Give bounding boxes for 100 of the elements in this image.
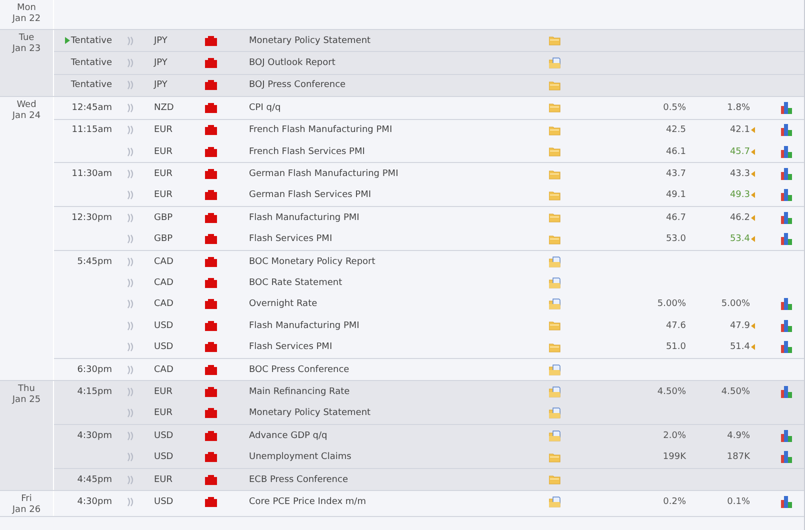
- folder-document-icon[interactable]: [549, 386, 561, 398]
- folder-icon[interactable]: [549, 124, 561, 136]
- folder-icon[interactable]: [549, 102, 561, 114]
- event-title[interactable]: Overnight Rate: [241, 299, 318, 310]
- revised-arrow-icon: [751, 322, 755, 329]
- event-time: 11:15am: [72, 125, 113, 136]
- day-date: Jan 24: [12, 111, 41, 122]
- event-title[interactable]: Flash Manufacturing PMI: [241, 212, 360, 223]
- folder-document-icon[interactable]: [549, 496, 561, 508]
- graph-icon[interactable]: [781, 320, 793, 332]
- graph-icon[interactable]: [781, 146, 793, 158]
- event-title[interactable]: French Flash Services PMI: [241, 146, 365, 157]
- folder-document-icon[interactable]: [549, 298, 561, 310]
- graph-icon[interactable]: [781, 496, 793, 508]
- graph-icon[interactable]: [781, 168, 793, 180]
- sound-icon[interactable]: [127, 256, 135, 267]
- previous-value: 46.2: [730, 212, 750, 223]
- folder-icon[interactable]: [549, 212, 561, 224]
- folder-icon[interactable]: [549, 342, 561, 353]
- event-title[interactable]: German Flash Services PMI: [241, 190, 372, 200]
- sound-icon[interactable]: [127, 496, 135, 507]
- currency: USD: [153, 430, 174, 441]
- event-title[interactable]: Monetary Policy Statement: [241, 408, 371, 418]
- folder-icon[interactable]: [549, 190, 561, 201]
- sound-icon[interactable]: [127, 430, 135, 441]
- event-title[interactable]: BOC Monetary Policy Report: [241, 256, 376, 267]
- event-title[interactable]: BOJ Outlook Report: [241, 58, 336, 68]
- folder-document-icon[interactable]: [549, 407, 561, 420]
- graph-icon[interactable]: [781, 386, 793, 398]
- graph-icon[interactable]: [781, 124, 793, 136]
- folder-document-icon[interactable]: [549, 276, 561, 289]
- folder-icon[interactable]: [549, 80, 561, 91]
- folder-document-icon[interactable]: [549, 430, 561, 442]
- sound-icon[interactable]: [127, 364, 135, 375]
- folder-icon[interactable]: [549, 452, 561, 463]
- graph-icon[interactable]: [781, 102, 793, 114]
- folder-icon[interactable]: [549, 35, 561, 46]
- event-title[interactable]: BOJ Press Conference: [241, 80, 346, 90]
- event-title[interactable]: BOC Press Conference: [241, 364, 350, 375]
- folder-icon[interactable]: [549, 146, 561, 158]
- folder-document-icon[interactable]: [549, 364, 561, 376]
- currency: EUR: [153, 408, 173, 418]
- currency: EUR: [153, 125, 173, 136]
- folder-icon[interactable]: [549, 474, 561, 485]
- folder-document-icon[interactable]: [549, 256, 561, 268]
- sound-icon[interactable]: [127, 102, 135, 113]
- event-title[interactable]: CPI q/q: [241, 102, 281, 113]
- sound-icon[interactable]: [127, 452, 135, 462]
- event-title[interactable]: Monetary Policy Statement: [241, 36, 371, 46]
- event-title[interactable]: Main Refinancing Rate: [241, 386, 350, 397]
- event-title[interactable]: ECB Press Conference: [241, 474, 348, 484]
- currency: GBP: [153, 234, 173, 244]
- graph-icon[interactable]: [781, 341, 793, 354]
- sound-icon[interactable]: [127, 125, 135, 136]
- previous-value: 51.4: [730, 342, 750, 352]
- day-date: Jan 22: [12, 14, 41, 25]
- event-title[interactable]: Unemployment Claims: [241, 452, 352, 462]
- graph-icon[interactable]: [781, 189, 793, 202]
- event-title[interactable]: BOC Rate Statement: [241, 278, 342, 288]
- sound-icon[interactable]: [127, 80, 135, 90]
- forecast-value: 53.0: [666, 234, 687, 244]
- forecast-value: 0.2%: [663, 496, 687, 507]
- event-title[interactable]: French Flash Manufacturing PMI: [241, 125, 392, 136]
- sound-icon[interactable]: [127, 169, 135, 180]
- folder-icon[interactable]: [549, 168, 561, 180]
- graph-icon[interactable]: [781, 430, 793, 442]
- sound-icon[interactable]: [127, 234, 135, 244]
- event-title[interactable]: Core PCE Price Index m/m: [241, 496, 366, 507]
- event-title[interactable]: Flash Manufacturing PMI: [241, 320, 360, 331]
- sound-icon[interactable]: [127, 278, 135, 288]
- folder-document-icon[interactable]: [549, 57, 561, 70]
- revised-arrow-icon: [751, 171, 755, 178]
- sound-icon[interactable]: [127, 212, 135, 223]
- event-title[interactable]: German Flash Manufacturing PMI: [241, 169, 398, 180]
- sound-icon[interactable]: [127, 342, 135, 352]
- impact-icon: [205, 58, 217, 68]
- graph-icon[interactable]: [781, 212, 793, 224]
- graph-icon[interactable]: [781, 298, 793, 310]
- sound-icon[interactable]: [127, 36, 135, 46]
- sound-icon[interactable]: [127, 58, 135, 68]
- currency: USD: [153, 452, 174, 462]
- event-time: 4:30pm: [77, 430, 113, 441]
- folder-icon[interactable]: [549, 320, 561, 332]
- event-title[interactable]: Flash Services PMI: [241, 342, 332, 352]
- folder-icon[interactable]: [549, 234, 561, 245]
- event-title[interactable]: Flash Services PMI: [241, 234, 332, 244]
- graph-icon[interactable]: [781, 451, 793, 464]
- sound-icon[interactable]: [127, 408, 135, 418]
- sound-icon[interactable]: [127, 190, 135, 200]
- sound-icon[interactable]: [127, 320, 135, 331]
- impact-icon: [205, 452, 217, 462]
- currency: GBP: [153, 212, 173, 223]
- sound-icon[interactable]: [127, 474, 135, 484]
- graph-icon[interactable]: [781, 233, 793, 246]
- forecast-value: 42.5: [666, 125, 687, 136]
- forecast-value: 199K: [662, 452, 687, 462]
- sound-icon[interactable]: [127, 146, 135, 157]
- sound-icon[interactable]: [127, 299, 135, 310]
- sound-icon[interactable]: [127, 386, 135, 397]
- event-title[interactable]: Advance GDP q/q: [241, 430, 328, 441]
